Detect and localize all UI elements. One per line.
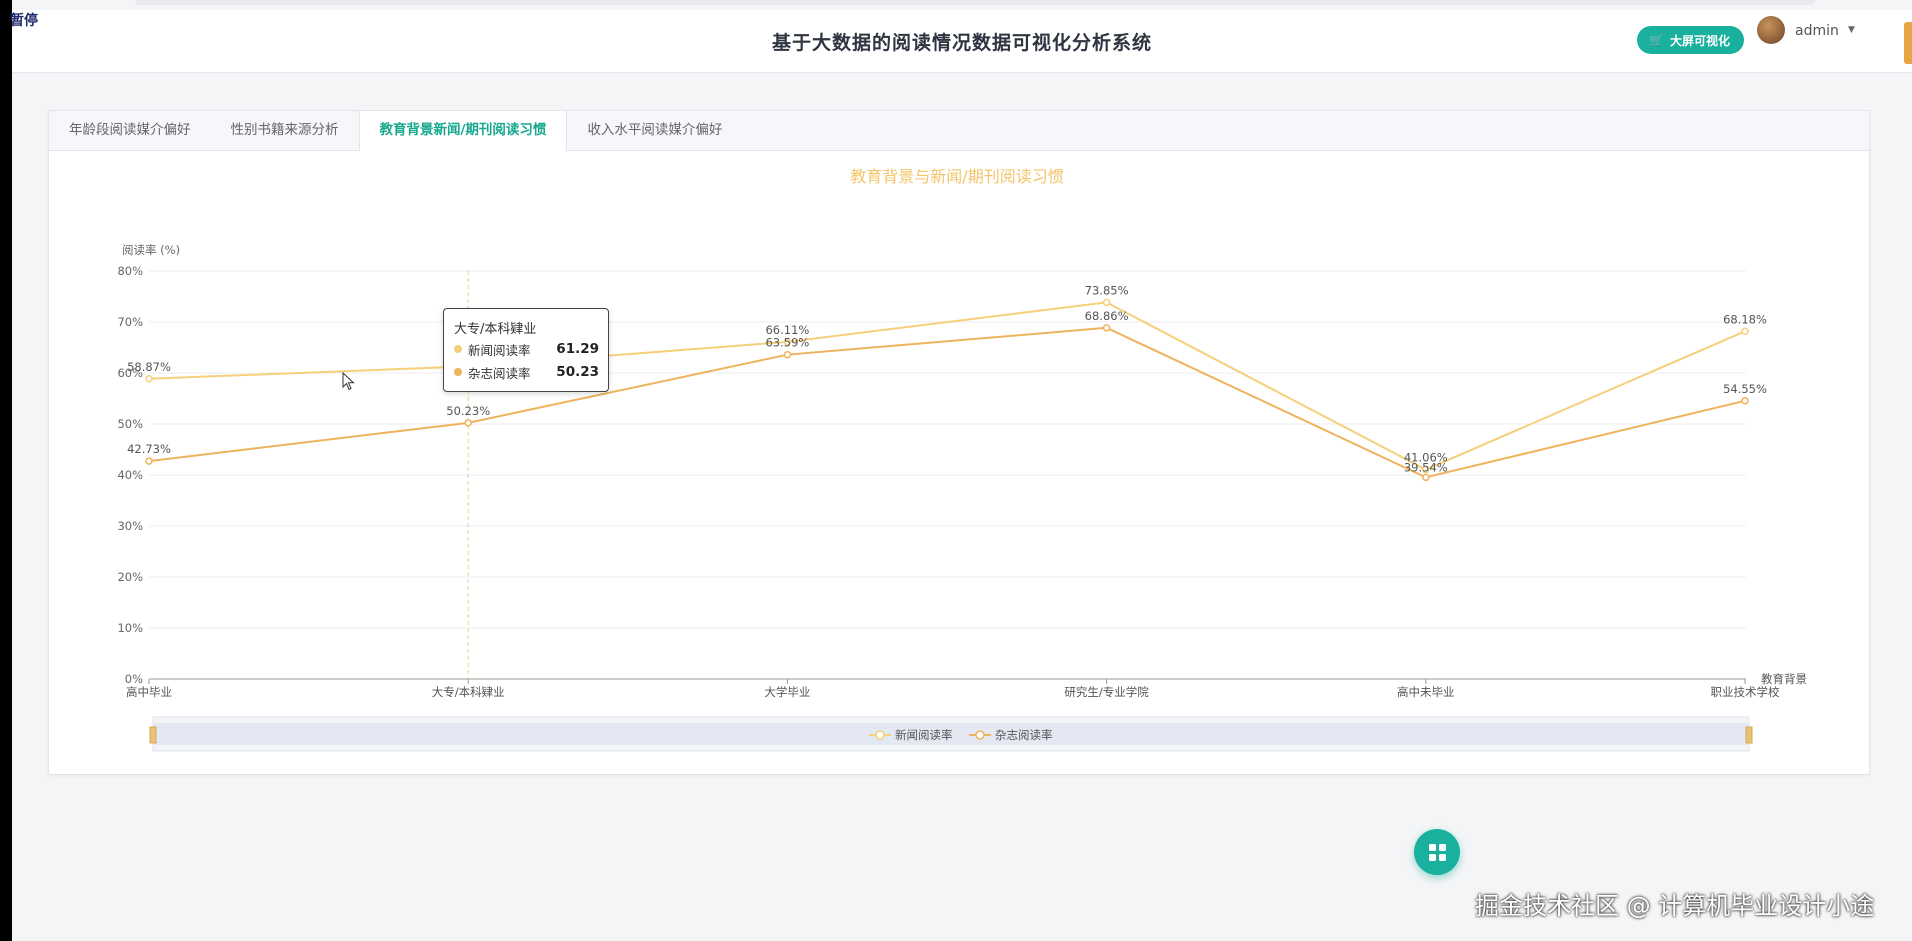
zoom-handle-right (1745, 726, 1753, 744)
x-tick-label: 研究生/专业学院 (1064, 685, 1149, 699)
x-axis-label: 教育背景 (1761, 672, 1807, 686)
data-point (464, 419, 472, 427)
data-label: 63.59% (765, 336, 809, 350)
pause-label: 暂停 (10, 13, 38, 29)
x-tick-label: 高中毕业 (126, 685, 172, 699)
chart-title: 教育背景与新闻/期刊阅读习惯 (850, 167, 1063, 186)
y-tick-label: 20% (117, 570, 143, 584)
top-scroll-edge (135, 0, 1815, 5)
data-label: 42.73% (127, 442, 171, 456)
y-tick-label: 50% (117, 417, 143, 431)
tooltip-series-name: 新闻阅读率 (468, 342, 531, 358)
data-label: 68.18% (1723, 312, 1767, 326)
series-dot-icon (454, 345, 462, 353)
tooltip-title: 大专/本科肄业 (454, 322, 537, 337)
data-label: 68.86% (1085, 309, 1129, 323)
tab-age-media[interactable]: 年龄段阅读媒介偏好 (49, 111, 211, 150)
data-point (145, 375, 153, 383)
tab-bar: 年龄段阅读媒介偏好 性别书籍来源分析 教育背景新闻/期刊阅读习惯 收入水平阅读媒… (49, 111, 1869, 151)
zoom-handle-left (149, 726, 157, 744)
y-tick-label: 40% (117, 468, 143, 482)
screen-icon: 🛒 (1649, 33, 1664, 47)
data-label: 73.85% (1085, 283, 1129, 297)
legend-label: 新闻阅读率 (895, 728, 953, 742)
tooltip-value: 50.23 (556, 364, 599, 380)
data-point (1102, 298, 1111, 307)
grid-icon (1428, 843, 1446, 861)
x-tick-label: 高中未毕业 (1397, 685, 1455, 699)
data-label: 54.55% (1723, 382, 1767, 396)
data-label: 58.87% (127, 360, 171, 374)
tab-income-media[interactable]: 收入水平阅读媒介偏好 (567, 111, 742, 150)
tooltip-row: 新闻阅读率 61.29 (454, 339, 599, 359)
y-axis-label: 阅读率 (%) (122, 243, 180, 257)
tab-education-news[interactable]: 教育背景新闻/期刊阅读习惯 (358, 111, 568, 151)
bigscreen-button[interactable]: 🛒 大屏可视化 (1637, 26, 1744, 54)
menu-fab-button[interactable] (1414, 829, 1460, 875)
data-point (1741, 397, 1749, 405)
mouse-cursor-icon (342, 372, 355, 391)
user-name[interactable]: admin (1795, 23, 1839, 39)
y-tick-label: 10% (117, 621, 143, 635)
x-tick-label: 大专/本科肄业 (432, 685, 505, 699)
app-header: 基于大数据的阅读情况数据可视化分析系统 🛒 大屏可视化 (12, 10, 1912, 73)
y-tick-label: 80% (117, 264, 143, 278)
data-point (1102, 324, 1111, 332)
side-handle[interactable] (1904, 22, 1912, 64)
avatar[interactable] (1757, 16, 1785, 44)
data-label: 50.23% (446, 404, 490, 418)
y-tick-label: 70% (117, 315, 143, 329)
series-line (148, 301, 1746, 471)
data-label: 39.54% (1404, 460, 1448, 474)
legend-marker-icon (975, 730, 985, 740)
series-line (148, 326, 1746, 479)
chart-area: 教育背景与新闻/期刊阅读习惯 阅读率 (%) 0% 10% 20% 30% 40% 50% 60… (49, 151, 1869, 773)
page-title: 基于大数据的阅读情况数据可视化分析系统 (771, 32, 1152, 54)
bigscreen-label: 大屏可视化 (1669, 33, 1730, 48)
tab-gender-source[interactable]: 性别书籍来源分析 (211, 111, 359, 150)
data-point (1741, 327, 1749, 336)
x-tick-label: 职业技术学校 (1711, 685, 1780, 699)
left-black-strip (0, 0, 12, 941)
x-tick-label: 大学毕业 (764, 685, 810, 699)
tooltip-series-name: 杂志阅读率 (468, 365, 531, 381)
legend-label: 杂志阅读率 (995, 728, 1053, 742)
y-tick-label: 30% (117, 519, 143, 533)
watermark: 掘金技术社区 @ 计算机毕业设计小途 (1475, 892, 1875, 920)
tooltip-value: 61.29 (556, 341, 599, 357)
tooltip-row: 杂志阅读率 50.23 (454, 362, 599, 382)
chart-tooltip: 大专/本科肄业 新闻阅读率 61.29 杂志阅读率 50.23 (443, 308, 609, 392)
data-point (783, 350, 792, 359)
chevron-down-icon[interactable]: ▼ (1848, 25, 1855, 35)
data-point (145, 457, 153, 465)
legend-marker-icon (875, 730, 885, 740)
data-point (1422, 473, 1430, 482)
y-tick-label: 0% (125, 672, 143, 686)
series-dot-icon (454, 368, 462, 376)
line-chart: 教育背景与新闻/期刊阅读习惯阅读率 (%)0%10%20%30%40%50%60… (117, 167, 1807, 752)
chart-panel: 年龄段阅读媒介偏好 性别书籍来源分析 教育背景新闻/期刊阅读习惯 收入水平阅读媒… (48, 110, 1870, 775)
